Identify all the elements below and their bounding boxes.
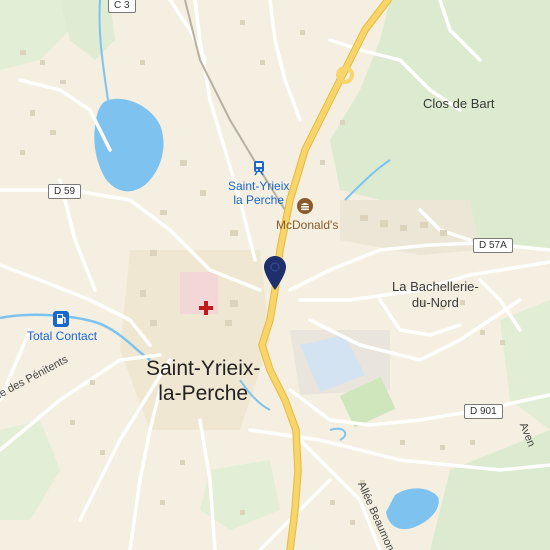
hospital-icon[interactable] xyxy=(198,300,214,321)
place-label-town-line2: la-Perche xyxy=(158,382,249,405)
poi-label-station[interactable]: Saint-Yrieix la Perche xyxy=(228,179,289,207)
road-shield-d57a: D 57A xyxy=(473,238,513,253)
poi-label-mcdonalds[interactable]: McDonald's xyxy=(276,218,338,232)
poi-label-station-line2: la Perche xyxy=(233,193,285,207)
poi-label-station-line1: Saint-Yrieix xyxy=(228,179,290,193)
location-pin-icon[interactable] xyxy=(264,256,286,295)
map-canvas[interactable]: C 3 D 59 D 57A D 901 Clos de Bart La Bac… xyxy=(0,0,550,550)
place-label-bachellerie-line1: La Bachellerie- xyxy=(392,279,479,294)
road-shield-d901: D 901 xyxy=(464,404,503,419)
road-shield-d59: D 59 xyxy=(48,184,82,199)
place-label-clos-de-bart[interactable]: Clos de Bart xyxy=(423,96,495,112)
train-station-icon[interactable] xyxy=(252,160,266,181)
place-label-town-line1: Saint-Yrieix- xyxy=(146,357,261,380)
place-label-bachellerie-line2: du-Nord xyxy=(411,295,459,310)
place-label-bachellerie[interactable]: La Bachellerie- du-Nord xyxy=(392,279,479,311)
road-shield-c3: C 3 xyxy=(108,0,136,13)
place-label-town[interactable]: Saint-Yrieix- la-Perche xyxy=(146,356,260,406)
burger-icon[interactable] xyxy=(297,198,313,219)
poi-label-total-contact[interactable]: Total Contact xyxy=(27,329,97,343)
